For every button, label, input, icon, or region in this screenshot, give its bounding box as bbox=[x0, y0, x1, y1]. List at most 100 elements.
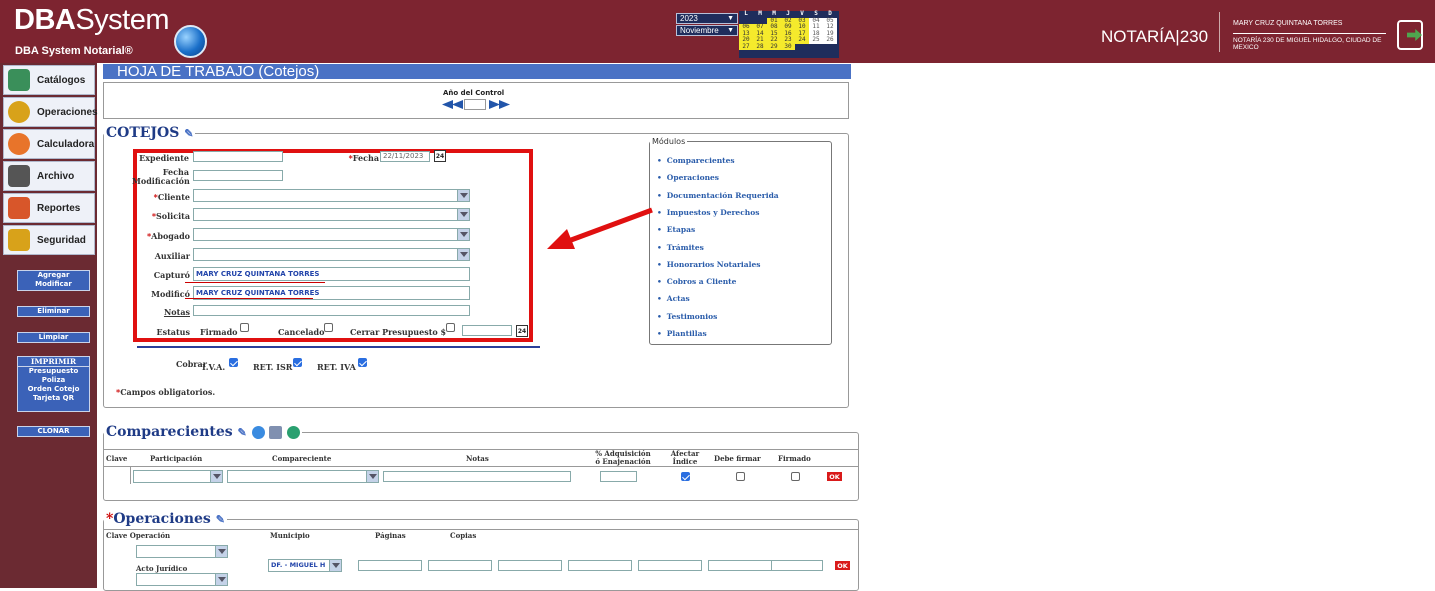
fecha-input[interactable]: 22/11/2023 bbox=[380, 151, 430, 162]
th-participacion: Participación bbox=[150, 454, 203, 463]
operacion-field-input[interactable] bbox=[498, 560, 562, 571]
sidebar-item-seguridad[interactable]: Seguridad bbox=[3, 225, 95, 255]
th-adquisicion: % Adquisición ó Enajenación bbox=[595, 449, 651, 466]
modulo-link[interactable]: Trámites bbox=[657, 243, 704, 252]
calendar-icon[interactable]: 24 bbox=[434, 150, 446, 162]
first-icon[interactable] bbox=[442, 100, 453, 109]
comparecientes-ok-button[interactable]: OK bbox=[826, 471, 843, 482]
modificar-button[interactable]: Modificar bbox=[17, 280, 90, 291]
fecha-mod-input[interactable] bbox=[193, 170, 283, 181]
calendar-day[interactable]: 28 bbox=[753, 43, 767, 50]
calendar-day[interactable]: 27 bbox=[739, 43, 753, 50]
operaciones-ok-button[interactable]: OK bbox=[834, 560, 851, 571]
edit-icon[interactable]: ✎ bbox=[184, 127, 193, 140]
presupuesto-input[interactable] bbox=[462, 325, 512, 336]
fecha-label: *Fecha bbox=[348, 153, 379, 163]
prev-icon[interactable] bbox=[452, 100, 463, 109]
sidebar-item-operaciones[interactable]: Operaciones bbox=[3, 97, 98, 127]
operacion-field-input[interactable] bbox=[771, 560, 823, 571]
modulo-link[interactable]: Testimonios bbox=[657, 312, 718, 321]
table-divider bbox=[130, 466, 131, 484]
th-afectar: Afectar Índice bbox=[670, 449, 700, 466]
sidebar-item-calculadora[interactable]: Calculadora bbox=[3, 129, 95, 159]
poliza-button[interactable]: Poliza bbox=[18, 376, 89, 385]
afectar-indice-checkbox[interactable] bbox=[681, 472, 690, 481]
print-icon[interactable] bbox=[269, 425, 283, 439]
modulo-link[interactable]: Etapas bbox=[657, 225, 695, 234]
firmado-row-checkbox[interactable] bbox=[791, 472, 800, 481]
compareciente-select[interactable] bbox=[227, 470, 379, 483]
refresh-icon[interactable] bbox=[287, 425, 301, 439]
operacion-field-input[interactable] bbox=[568, 560, 632, 571]
capturo-input[interactable]: MARY CRUZ QUINTANA TORRES bbox=[193, 267, 470, 281]
th-paginas: Páginas bbox=[375, 531, 406, 540]
edit-icon[interactable]: ✎ bbox=[216, 513, 225, 526]
presupuesto-button[interactable]: Presupuesto bbox=[18, 367, 89, 376]
calendar-day[interactable]: 29 bbox=[767, 43, 781, 50]
operacion-select[interactable] bbox=[136, 545, 228, 558]
sidebar-item-label: Reportes bbox=[37, 203, 81, 214]
modulo-link[interactable]: Operaciones bbox=[657, 173, 719, 182]
debe-firmar-checkbox[interactable] bbox=[736, 472, 745, 481]
year-select[interactable]: 2023 ▼ bbox=[676, 13, 738, 24]
th-notas: Notas bbox=[466, 454, 489, 463]
control-navigator bbox=[442, 98, 512, 112]
table-divider bbox=[103, 529, 858, 530]
calendar-icon[interactable]: 24 bbox=[516, 325, 528, 337]
abogado-select[interactable] bbox=[193, 228, 470, 241]
calendar-day[interactable]: 30 bbox=[781, 43, 795, 50]
participacion-select[interactable] bbox=[133, 470, 223, 483]
operacion-field-input[interactable] bbox=[358, 560, 422, 571]
municipio-select[interactable]: DF. - MIGUEL H bbox=[268, 559, 342, 572]
modulo-link[interactable]: Plantillas bbox=[657, 329, 707, 338]
orden-cotejo-button[interactable]: Orden Cotejo bbox=[18, 385, 89, 394]
month-select[interactable]: Noviembre ▼ bbox=[676, 25, 738, 36]
modulo-link[interactable]: Actas bbox=[657, 294, 690, 303]
notas-link[interactable]: Notas bbox=[140, 307, 190, 317]
modulo-link[interactable]: Cobros a Cliente bbox=[657, 277, 737, 286]
capturo-underline bbox=[185, 282, 325, 283]
cancelado-checkbox[interactable] bbox=[324, 323, 333, 332]
tarjeta-qr-button[interactable]: Tarjeta QR bbox=[18, 394, 89, 403]
expediente-input[interactable] bbox=[193, 151, 283, 162]
modulo-link[interactable]: Documentación Requerida bbox=[657, 191, 779, 200]
th-acto-juridico: Acto Jurídico bbox=[136, 564, 188, 573]
solicita-select[interactable] bbox=[193, 208, 470, 221]
auxiliar-select[interactable] bbox=[193, 248, 470, 261]
operacion-field-input[interactable] bbox=[708, 560, 772, 571]
ret-iva-checkbox[interactable] bbox=[358, 358, 367, 367]
notas-input[interactable] bbox=[193, 305, 470, 316]
edit-icon[interactable]: ✎ bbox=[238, 426, 247, 439]
ret-isr-checkbox[interactable] bbox=[293, 358, 302, 367]
notaria-label: NOTARÍA|230 bbox=[1101, 27, 1209, 46]
sidebar-item-catalogos[interactable]: Catálogos bbox=[3, 65, 95, 95]
notas-row-input[interactable] bbox=[383, 471, 571, 482]
exit-button[interactable] bbox=[1397, 20, 1423, 50]
adquisicion-input[interactable] bbox=[600, 471, 637, 482]
sidebar-item-archivo[interactable]: Archivo bbox=[3, 161, 95, 191]
limpiar-button[interactable]: Limpiar bbox=[17, 332, 90, 343]
list-icon[interactable] bbox=[251, 425, 265, 439]
clonar-button[interactable]: CLONAR bbox=[17, 426, 90, 437]
control-year-input[interactable] bbox=[464, 99, 486, 110]
acto-juridico-select[interactable] bbox=[136, 573, 228, 586]
operacion-field-input[interactable] bbox=[428, 560, 492, 571]
mini-calendar[interactable]: L M M J V S D 01 02 03 04 05 06 07 08 09 10 11 12 13 14 15 16 1… bbox=[739, 10, 839, 58]
last-icon[interactable] bbox=[499, 100, 510, 109]
eliminar-button[interactable]: Eliminar bbox=[17, 306, 90, 317]
firmado-checkbox[interactable] bbox=[240, 323, 249, 332]
operacion-field-input[interactable] bbox=[638, 560, 702, 571]
cliente-select[interactable] bbox=[193, 189, 470, 202]
modulo-link[interactable]: Impuestos y Derechos bbox=[657, 208, 760, 217]
iva-checkbox[interactable] bbox=[229, 358, 238, 367]
chevron-down-icon bbox=[329, 560, 341, 571]
modulo-link[interactable]: Honorarios Notariales bbox=[657, 260, 761, 269]
cerrar-presupuesto-checkbox[interactable] bbox=[446, 323, 455, 332]
estatus-label: Estatus bbox=[156, 327, 191, 337]
expediente-label: Expediente bbox=[139, 153, 189, 163]
modulo-link[interactable]: Comparecientes bbox=[657, 156, 735, 165]
sidebar-item-reportes[interactable]: Reportes bbox=[3, 193, 95, 223]
cerrar-presupuesto-label: Cerrar Presupuesto $ bbox=[350, 327, 447, 337]
next-icon[interactable] bbox=[489, 100, 500, 109]
page-title: HOJA DE TRABAJO (Cotejos) bbox=[103, 64, 851, 79]
